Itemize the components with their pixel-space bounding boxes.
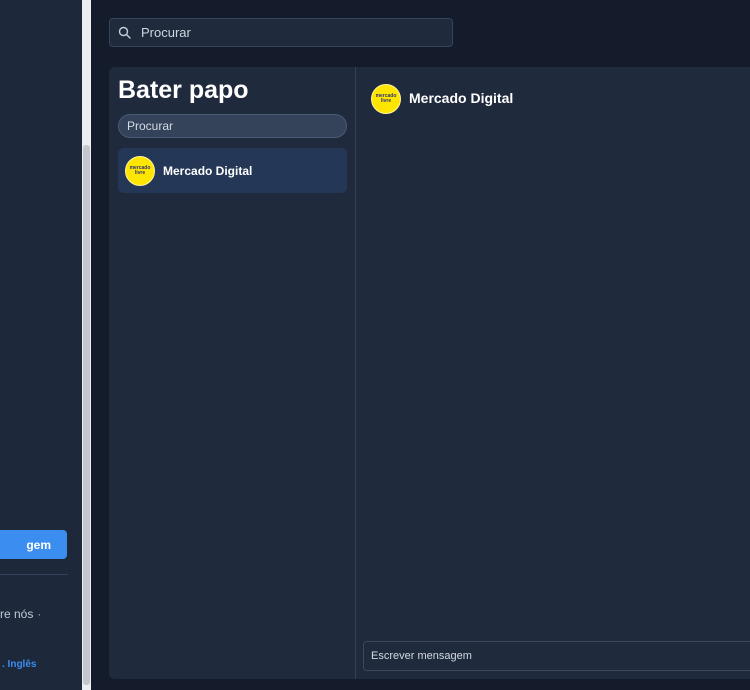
- active-chat-avatar: mercado livre: [371, 84, 401, 114]
- chat-search-placeholder: Procurar: [127, 119, 174, 133]
- sidebar-about-link[interactable]: re nós ·: [0, 607, 41, 621]
- message-input[interactable]: Escrever mensagem: [363, 641, 750, 671]
- sidebar-language-link[interactable]: . Inglês: [2, 659, 36, 670]
- avatar-logo-text: mercado livre: [129, 164, 151, 176]
- page-scrollbar[interactable]: [82, 0, 91, 690]
- conversation-item[interactable]: mercado livre Mercado Digital: [118, 148, 347, 193]
- page-title: Bater papo: [118, 76, 249, 104]
- avatar: mercado livre: [125, 155, 155, 186]
- sidebar-message-button-label: gem: [26, 537, 51, 552]
- conversation-name: Mercado Digital: [163, 163, 253, 178]
- search-icon: [118, 26, 132, 40]
- scrollbar-thumb[interactable]: [83, 145, 90, 685]
- chat-search-input[interactable]: Procurar: [118, 114, 347, 138]
- active-chat-avatar-logo-text: mercado livre: [375, 93, 397, 104]
- active-chat-name: Mercado Digital: [409, 90, 514, 106]
- sidebar-divider: [0, 574, 68, 575]
- message-input-placeholder: Escrever mensagem: [371, 650, 472, 662]
- chat-panel-divider: [355, 67, 356, 679]
- sidebar: gem re nós · . Inglês: [0, 0, 82, 690]
- sidebar-about-separator: ·: [37, 607, 42, 621]
- top-search-bar[interactable]: Procurar: [109, 18, 453, 47]
- sidebar-message-button[interactable]: gem: [0, 530, 67, 559]
- top-search-placeholder: Procurar: [141, 25, 191, 40]
- sidebar-about-label: re nós: [0, 607, 34, 621]
